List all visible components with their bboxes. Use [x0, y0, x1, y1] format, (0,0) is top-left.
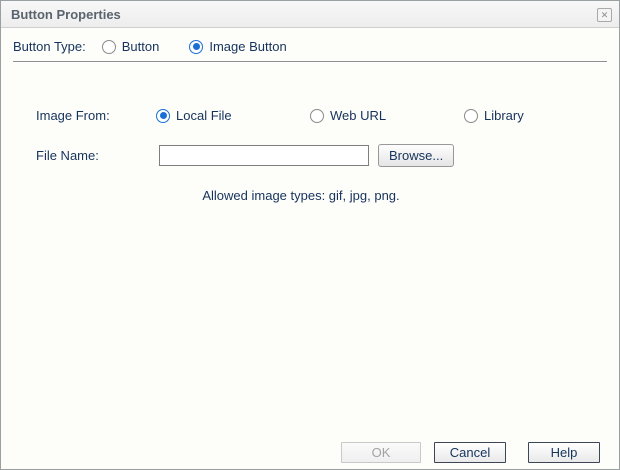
- radio-button-unselected-icon[interactable]: [310, 108, 324, 123]
- radio-button-selected-icon[interactable]: [189, 39, 204, 54]
- radio-option-local-file[interactable]: Local File: [156, 108, 296, 123]
- ok-button[interactable]: OK: [341, 442, 421, 463]
- dialog-titlebar: Button Properties: [1, 1, 619, 28]
- button-type-label: Button Type:: [13, 39, 86, 54]
- radio-option-local-file-label[interactable]: Local File: [176, 108, 296, 123]
- dialog-title: Button Properties: [11, 6, 121, 22]
- file-name-row: File Name: Browse...: [36, 144, 455, 167]
- radio-option-library[interactable]: Library: [464, 108, 604, 123]
- file-name-label: File Name:: [36, 148, 99, 163]
- button-properties-dialog: Button Properties ✕ Button Type: Button …: [0, 0, 620, 470]
- image-from-row: Image From: Local File Web URL Library: [36, 108, 607, 123]
- radio-button-unselected-icon[interactable]: [101, 39, 116, 54]
- radio-option-web-url-label[interactable]: Web URL: [330, 108, 450, 123]
- radio-option-library-label[interactable]: Library: [484, 108, 604, 123]
- button-type-row: Button Type: Button Image Button: [13, 39, 317, 54]
- radio-option-image-button-label[interactable]: Image Button: [209, 39, 286, 54]
- close-icon[interactable]: ✕: [597, 8, 612, 22]
- radio-button-selected-icon[interactable]: [156, 108, 170, 123]
- section-divider: [13, 61, 607, 63]
- radio-option-image-button[interactable]: Image Button: [189, 39, 302, 54]
- radio-option-button-label[interactable]: Button: [122, 39, 160, 54]
- cancel-button[interactable]: Cancel: [434, 442, 506, 463]
- allowed-types-note: Allowed image types: gif, jpg, png.: [202, 188, 400, 203]
- radio-option-button[interactable]: Button: [101, 39, 176, 54]
- file-name-input[interactable]: [159, 145, 369, 166]
- help-button[interactable]: Help: [528, 442, 600, 463]
- browse-button[interactable]: Browse...: [378, 144, 455, 167]
- image-from-label: Image From:: [36, 108, 110, 123]
- radio-button-unselected-icon[interactable]: [464, 108, 478, 123]
- radio-option-web-url[interactable]: Web URL: [310, 108, 450, 123]
